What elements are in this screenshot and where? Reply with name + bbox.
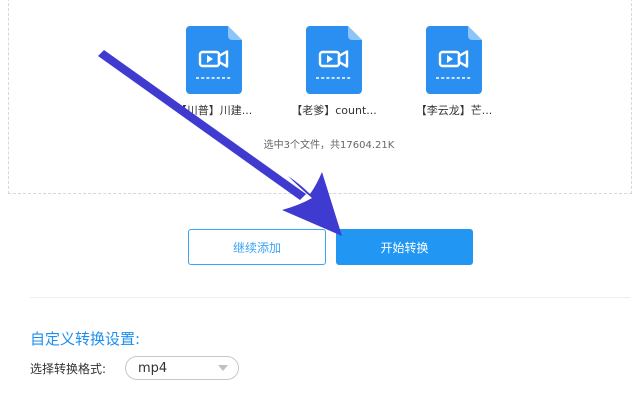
file-item[interactable]: 【川普】川建... <box>164 26 264 118</box>
custom-settings-title: 自定义转换设置: <box>30 330 141 348</box>
section-divider <box>30 297 630 298</box>
file-item[interactable]: 【老爹】count... <box>284 26 384 118</box>
chevron-down-icon <box>218 365 228 371</box>
file-name: 【老爹】count... <box>291 104 377 117</box>
file-item[interactable]: 【李云龙】芒... <box>404 26 504 118</box>
file-name: 【川普】川建... <box>175 104 253 117</box>
format-select[interactable]: mp4 <box>125 356 239 380</box>
selection-summary: 选中3个文件，共17604.21K <box>263 140 395 151</box>
start-convert-button[interactable]: 开始转换 <box>336 229 473 265</box>
file-name: 【李云龙】芒... <box>415 104 493 117</box>
continue-add-button[interactable]: 继续添加 <box>188 229 326 265</box>
format-label: 选择转换格式: <box>30 362 107 376</box>
video-file-icon <box>306 26 362 94</box>
format-value: mp4 <box>138 360 168 376</box>
video-file-icon <box>426 26 482 94</box>
video-file-icon <box>186 26 242 94</box>
file-drop-area[interactable]: 【川普】川建... 【老爹】count... 【李云龙】芒... 选中3个文件，… <box>8 0 632 194</box>
